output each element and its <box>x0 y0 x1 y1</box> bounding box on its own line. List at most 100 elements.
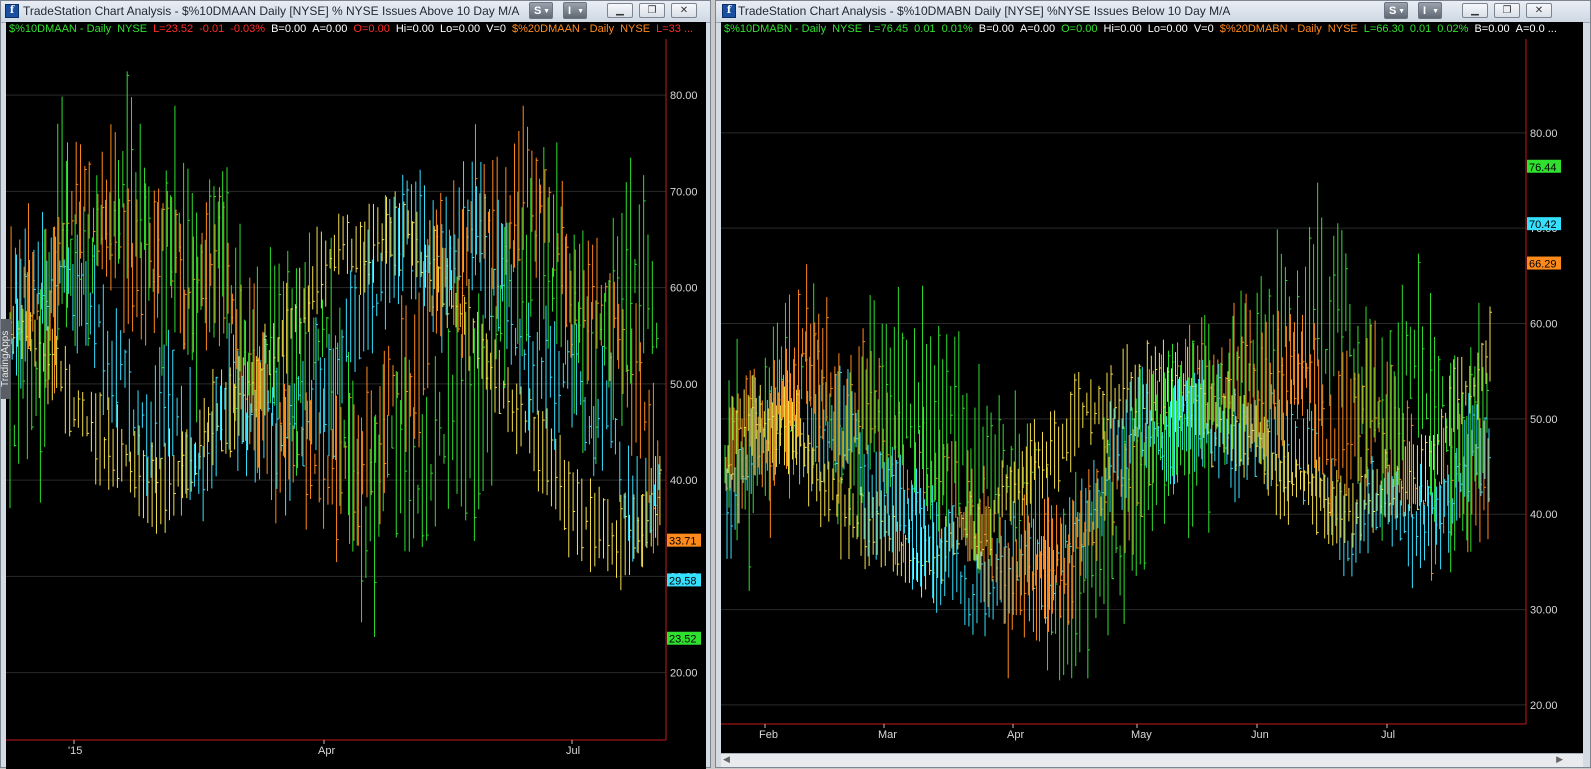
status-field: 0.01 <box>1409 23 1432 35</box>
right-plot-area[interactable]: 80.0070.0060.0050.0040.0030.0020.00FebMa… <box>721 22 1583 755</box>
y-tick-label: 20.00 <box>1530 700 1558 712</box>
x-tick-label: Jun <box>1251 729 1269 741</box>
minimize-icon: ▁ <box>1471 5 1479 16</box>
status-field: O=0.00 <box>1061 23 1098 35</box>
left-s-label: S <box>534 5 542 17</box>
scroll-left-icon[interactable]: ◀ <box>723 754 730 765</box>
right-horizontal-scrollbar[interactable]: ◀ ▶ <box>721 753 1583 767</box>
status-field: Hi=0.00 <box>1103 23 1142 35</box>
x-tick-label: May <box>1131 729 1152 741</box>
left-title-bar[interactable]: f TradeStation Chart Analysis - $%10DMAA… <box>1 1 710 23</box>
y-tick-label: 40.00 <box>1530 509 1558 521</box>
y-tick-label: 40.00 <box>670 475 698 487</box>
status-field: $%20DMABN - Daily <box>1219 23 1322 35</box>
scroll-right-icon[interactable]: ▶ <box>1556 754 1563 765</box>
minimize-icon: ▁ <box>616 5 624 16</box>
right-minimize-button[interactable]: ▁ <box>1462 3 1488 18</box>
status-field: 0.01 <box>914 23 936 35</box>
status-field: V=0 <box>486 23 507 35</box>
status-field: L=66.30 <box>1363 23 1404 35</box>
status-field: Lo=0.00 <box>440 23 481 35</box>
restore-icon: ❐ <box>647 5 657 16</box>
x-tick-label: Jul <box>566 745 580 757</box>
status-field: NYSE <box>1327 23 1358 35</box>
chevron-down-icon: ▼ <box>1398 8 1405 15</box>
left-chart-window[interactable]: f TradeStation Chart Analysis - $%10DMAA… <box>0 0 711 769</box>
right-window-title: TradeStation Chart Analysis - $%10DMABN … <box>738 4 1231 18</box>
y-tick-label: 50.00 <box>670 379 698 391</box>
right-i-menu-button[interactable]: I ▼ <box>1418 2 1442 19</box>
y-tick-label: 80.00 <box>670 90 698 102</box>
close-icon: ✕ <box>679 5 689 16</box>
status-field: B=0.00 <box>978 23 1014 35</box>
status-field: 0.01% <box>941 23 973 35</box>
left-window-title: TradeStation Chart Analysis - $%10DMAAN … <box>23 4 520 18</box>
right-close-button[interactable]: ✕ <box>1526 3 1552 18</box>
y-tick-label: 20.00 <box>670 668 698 680</box>
status-field: Lo=0.00 <box>1147 23 1188 35</box>
right-s-menu-button[interactable]: S ▼ <box>1384 2 1408 19</box>
status-field: V=0 <box>1193 23 1214 35</box>
restore-icon: ❐ <box>1502 5 1512 16</box>
y-tick-label: 60.00 <box>670 283 698 295</box>
status-field: L=23.52 <box>153 23 194 35</box>
right-s-label: S <box>1389 5 1397 17</box>
tradestation-icon: f <box>5 4 19 18</box>
status-field: O=0.00 <box>353 23 390 35</box>
status-field: B=0.00 <box>271 23 307 35</box>
status-field: Hi=0.00 <box>395 23 435 35</box>
x-tick-label: Apr <box>1007 729 1024 741</box>
left-i-label: I <box>568 5 572 17</box>
status-field: L=76.45 <box>868 23 909 35</box>
chevron-down-icon: ▼ <box>543 8 550 15</box>
right-chart-svg[interactable]: 80.0070.0060.0050.0040.0030.0020.00FebMa… <box>721 22 1583 755</box>
last-price-value: 33.71 <box>669 536 697 548</box>
left-minimize-button[interactable]: ▁ <box>607 3 633 18</box>
status-field: B=0.00 <box>1474 23 1510 35</box>
status-field: A=0.0 ... <box>1515 23 1557 35</box>
status-field: NYSE <box>832 23 863 35</box>
status-field: -0.01 <box>199 23 225 35</box>
y-tick-label: 50.00 <box>1530 414 1558 426</box>
right-chart-window[interactable]: f TradeStation Chart Analysis - $%10DMAB… <box>715 0 1591 768</box>
status-field: $%20DMAAN - Daily <box>512 23 615 35</box>
left-s-menu-button[interactable]: S ▼ <box>529 2 553 19</box>
tradingapps-side-tab[interactable]: TradingApps <box>0 319 11 399</box>
y-tick-label: 70.00 <box>670 186 698 198</box>
status-field: A=0.00 <box>312 23 348 35</box>
y-tick-label: 30.00 <box>1530 605 1558 617</box>
last-price-value: 76.44 <box>1529 162 1557 174</box>
right-i-label: I <box>1423 5 1427 17</box>
chevron-down-icon: ▼ <box>577 8 584 15</box>
last-price-value: 70.42 <box>1529 219 1557 231</box>
left-restore-button[interactable]: ❐ <box>639 3 665 18</box>
tradestation-icon: f <box>722 4 736 18</box>
y-tick-label: 60.00 <box>1530 319 1558 331</box>
x-tick-label: Apr <box>318 745 335 757</box>
right-status-line: $%10DMABN - Daily NYSE L=76.45 0.01 0.01% B=0… <box>724 23 1563 35</box>
status-field: -0.03% <box>230 23 266 35</box>
status-field: $%10DMABN - Daily <box>724 23 827 35</box>
status-field: $%10DMAAN - Daily <box>9 23 112 35</box>
left-close-button[interactable]: ✕ <box>671 3 697 18</box>
left-i-menu-button[interactable]: I ▼ <box>563 2 587 19</box>
status-field: NYSE <box>117 23 148 35</box>
status-field: 0.02% <box>1437 23 1469 35</box>
last-price-value: 29.58 <box>669 575 697 587</box>
left-plot-area[interactable]: 80.0070.0060.0050.0040.0030.0020.00'15Ap… <box>6 22 706 769</box>
status-field: A=0.00 <box>1019 23 1056 35</box>
left-status-line: $%10DMAAN - Daily NYSE L=23.52 -0.01 -0.03% B… <box>9 23 699 35</box>
status-field: L=33 ... <box>656 23 694 35</box>
right-restore-button[interactable]: ❐ <box>1494 3 1520 18</box>
x-tick-label: Mar <box>878 729 897 741</box>
x-tick-label: Feb <box>759 729 778 741</box>
status-field: NYSE <box>620 23 651 35</box>
close-icon: ✕ <box>1534 5 1544 16</box>
y-tick-label: 80.00 <box>1530 128 1558 140</box>
last-price-value: 66.29 <box>1529 259 1557 271</box>
chevron-down-icon: ▼ <box>1432 8 1439 15</box>
left-chart-svg[interactable]: 80.0070.0060.0050.0040.0030.0020.00'15Ap… <box>6 22 706 769</box>
x-tick-label: '15 <box>68 745 82 757</box>
last-price-value: 23.52 <box>669 634 697 646</box>
right-title-bar[interactable]: f TradeStation Chart Analysis - $%10DMAB… <box>716 1 1590 23</box>
